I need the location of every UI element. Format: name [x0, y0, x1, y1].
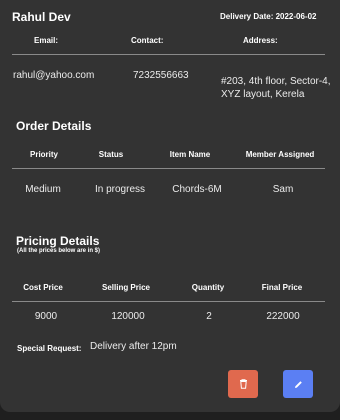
final-price-header: Final Price — [261, 283, 303, 292]
customer-address-line2: XYZ layout, Kerela — [221, 89, 305, 100]
member-assigned-header: Member Assigned — [245, 150, 315, 159]
quantity-value: 2 — [206, 311, 212, 322]
customer-contact: 7232556663 — [133, 70, 189, 81]
status-header: Status — [98, 150, 124, 159]
customer-address-line1: #203, 4th floor, Sector-4, — [221, 76, 331, 87]
pricing-note: (All the prices below are in $) — [17, 248, 101, 254]
selling-price-header: Selling Price — [101, 283, 151, 292]
item-name-header: Item Name — [169, 150, 211, 159]
selling-price-value: 120000 — [111, 311, 145, 322]
order-priority: Medium — [25, 184, 61, 195]
order-status: In progress — [94, 184, 146, 195]
address-header: Address: — [243, 36, 278, 45]
edit-button[interactable] — [283, 370, 313, 398]
order-card: Rahul Dev Delivery Date: 2022-06-02 Emai… — [0, 0, 340, 412]
contact-header: Contact: — [131, 36, 164, 45]
pencil-icon — [294, 380, 302, 388]
cost-price-header: Cost Price — [23, 283, 63, 292]
customer-divider — [12, 54, 325, 55]
order-item-name: Chords-6M — [172, 184, 222, 195]
pricing-divider — [12, 301, 325, 302]
delete-button[interactable] — [228, 370, 258, 398]
customer-name: Rahul Dev — [12, 10, 71, 24]
customer-email: rahul@yahoo.com — [13, 70, 95, 81]
priority-header: Priority — [29, 150, 59, 159]
quantity-header: Quantity — [191, 283, 225, 292]
final-price-value: 222000 — [266, 311, 300, 322]
order-details-title: Order Details — [16, 119, 92, 133]
delivery-date: Delivery Date: 2022-06-02 — [220, 12, 317, 21]
order-member-assigned: Sam — [272, 184, 294, 195]
special-request-value: Delivery after 12pm — [90, 341, 177, 352]
special-request-label: Special Request: — [17, 344, 82, 353]
order-divider — [12, 168, 325, 169]
pricing-details-title: Pricing Details — [16, 234, 100, 248]
cost-price-value: 9000 — [34, 311, 58, 322]
email-header: Email: — [34, 36, 59, 45]
trash-icon — [239, 379, 247, 389]
